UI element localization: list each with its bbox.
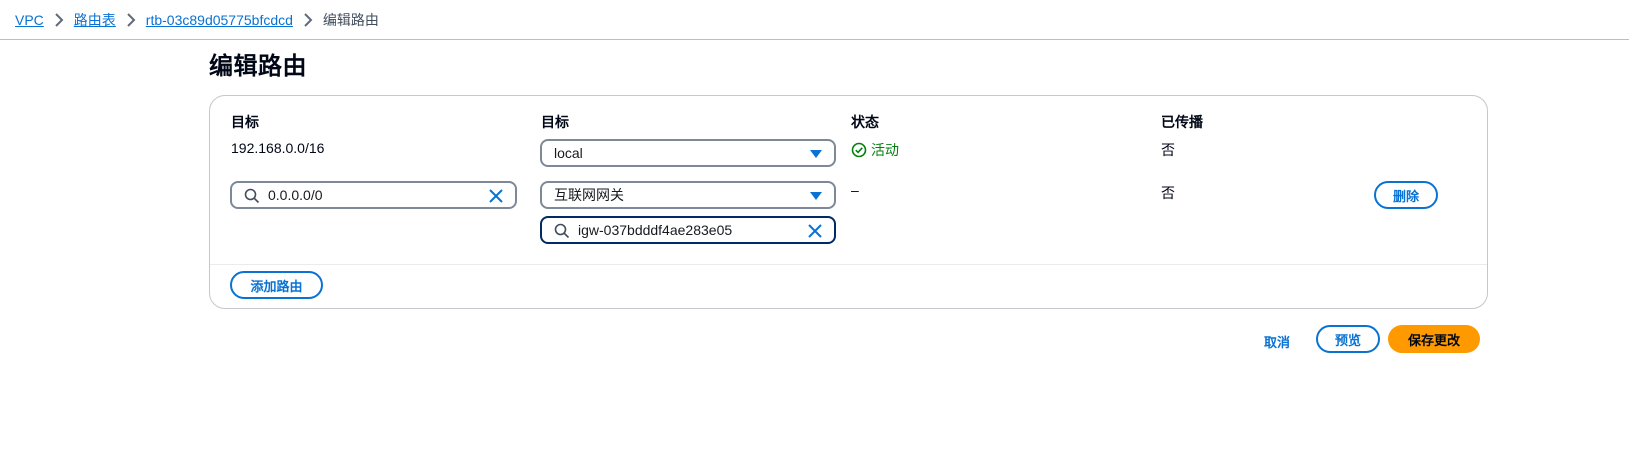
breadcrumb-current: 编辑路由 [322,11,379,28]
column-header-destination: 目标 [231,114,259,130]
target-select-value: local [554,145,583,161]
target-select-2[interactable]: 互联网网关 [540,181,836,209]
search-icon [244,188,260,204]
breadcrumb-route-tables[interactable]: 路由表 [74,10,116,30]
caret-down-icon [810,150,822,158]
status-empty: – [851,182,859,198]
column-header-status: 状态 [851,114,879,130]
chevron-right-icon [116,12,146,27]
status-positive-icon [851,142,867,158]
search-icon [554,223,570,239]
target-select-1[interactable]: local [540,139,836,167]
status-badge: 活动 [851,140,899,160]
caret-down-icon [810,192,822,200]
column-header-target: 目标 [541,114,569,130]
add-route-button[interactable]: 添加路由 [230,271,323,299]
clear-icon[interactable] [487,187,505,205]
preview-button[interactable]: 预览 [1316,325,1380,353]
target-select-value: 互联网网关 [554,187,624,203]
clear-icon[interactable] [806,222,824,240]
breadcrumb-route-table-id[interactable]: rtb-03c89d05775bfcdcd [146,12,293,28]
page-title: 编辑路由 [209,53,307,80]
destination-input-value: 0.0.0.0/0 [268,187,323,203]
propagated-value-1: 否 [1161,142,1175,158]
propagated-value-2: 否 [1161,185,1175,201]
remove-route-button[interactable]: 删除 [1374,181,1438,209]
routes-panel: 目标 目标 状态 已传播 192.168.0.0/16 local 活动 否 0… [209,95,1488,309]
cancel-button[interactable]: 取消 [1264,332,1290,351]
status-text: 活动 [871,142,899,158]
target-id-input[interactable]: igw-037bdddf4ae283e05 [540,216,836,244]
chevron-right-icon [44,12,74,27]
header-divider [0,39,1629,40]
panel-divider [210,264,1487,265]
breadcrumb: VPC 路由表 rtb-03c89d05775bfcdcd 编辑路由 [15,0,1629,39]
save-changes-button[interactable]: 保存更改 [1388,325,1480,353]
route-destination-1: 192.168.0.0/16 [231,140,325,156]
column-header-propagated: 已传播 [1161,114,1203,130]
breadcrumb-vpc[interactable]: VPC [15,12,44,28]
target-id-value: igw-037bdddf4ae283e05 [578,222,733,238]
destination-input-2[interactable]: 0.0.0.0/0 [230,181,517,209]
chevron-right-icon [293,12,323,27]
